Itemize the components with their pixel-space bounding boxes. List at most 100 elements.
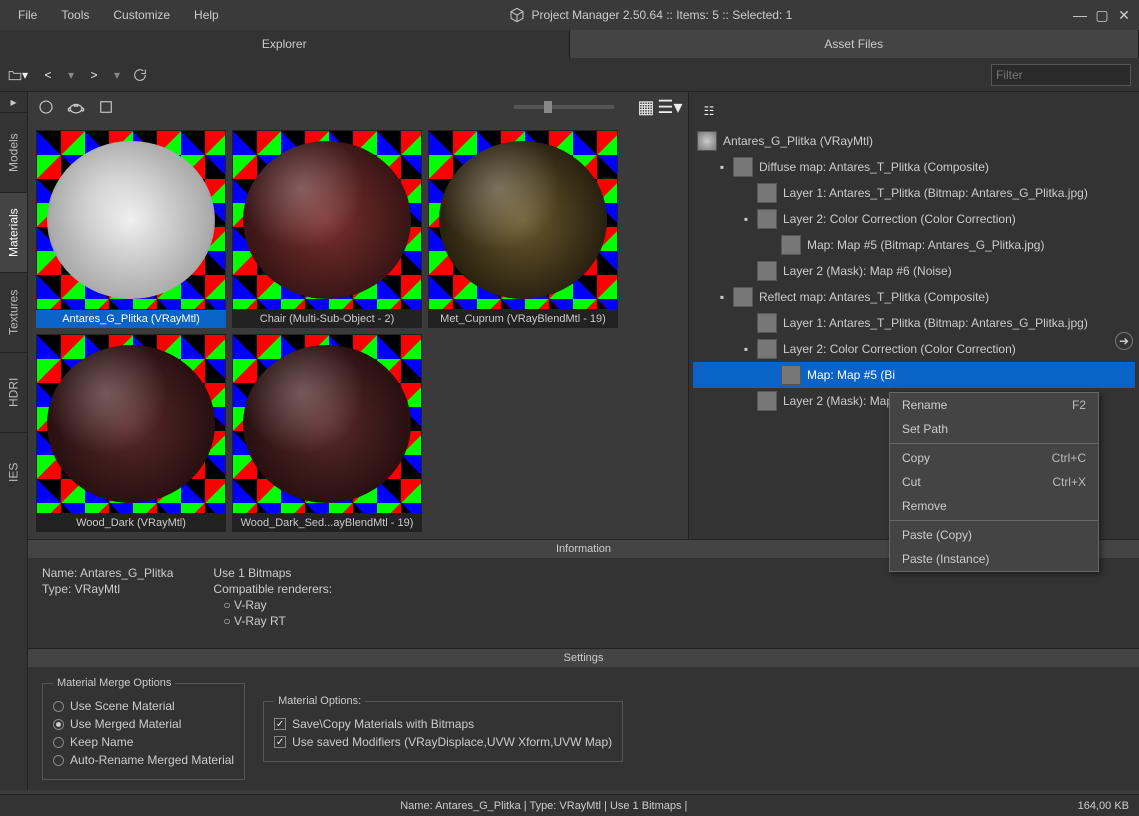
minimize-button[interactable]: — — [1073, 8, 1087, 22]
status-size: 164,00 KB — [1078, 800, 1129, 812]
radio-use-scene-material[interactable]: Use Scene Material — [53, 697, 234, 715]
map-swatch-icon — [757, 209, 777, 229]
material-preview-icon — [36, 334, 226, 514]
info-renderer-vrayrt: ○ V-Ray RT — [213, 614, 332, 628]
locate-arrow-button[interactable]: ➜ — [1115, 332, 1133, 350]
grid-view-icon[interactable]: ▦ — [636, 97, 656, 117]
menu-help[interactable]: Help — [184, 4, 229, 26]
map-swatch-icon — [757, 183, 777, 203]
ctx-separator — [890, 443, 1098, 444]
ctx-separator — [890, 520, 1098, 521]
teapot-preview-icon[interactable] — [66, 97, 86, 117]
tab-explorer[interactable]: Explorer — [0, 30, 570, 58]
sphere-preview-icon[interactable] — [36, 97, 56, 117]
thumbnail-label: Met_Cuprum (VRayBlendMtl - 19) — [428, 310, 618, 328]
box-preview-icon[interactable] — [96, 97, 116, 117]
tree-node[interactable]: ▪Layer 2: Color Correction (Color Correc… — [693, 336, 1135, 362]
info-name: Name: Antares_G_Plitka — [42, 566, 173, 580]
ctx-copy[interactable]: CopyCtrl+C — [890, 446, 1098, 470]
map-swatch-icon — [781, 365, 801, 385]
radio-keep-name[interactable]: Keep Name — [53, 733, 234, 751]
sidetab-hdri[interactable]: HDRI — [0, 352, 27, 432]
ctx-paste-instance: Paste (Instance) — [890, 547, 1098, 571]
material-merge-options: Material Merge Options Use Scene Materia… — [42, 677, 245, 780]
check-save-copy-bitmaps[interactable]: ✓Save\Copy Materials with Bitmaps — [274, 715, 612, 733]
thumbnail-zoom-slider[interactable] — [514, 105, 614, 109]
app-icon — [509, 7, 525, 23]
tree-node-selected[interactable]: Map: Map #5 (Bi — [693, 362, 1135, 388]
radio-auto-rename[interactable]: Auto-Rename Merged Material — [53, 751, 234, 769]
info-compat: Compatible renderers: — [213, 582, 332, 596]
sidetab-materials[interactable]: Materials — [0, 192, 27, 272]
refresh-icon[interactable] — [130, 65, 150, 85]
options-legend: Material Options: — [274, 695, 365, 707]
expand-side-icon[interactable]: ▸ — [0, 92, 27, 112]
tree-root[interactable]: Antares_G_Plitka (VRayMtl) — [693, 128, 1135, 154]
check-use-saved-modifiers[interactable]: ✓Use saved Modifiers (VRayDisplace,UVW X… — [274, 733, 612, 751]
tree-node[interactable]: ▪Reflect map: Antares_T_Plitka (Composit… — [693, 284, 1135, 310]
info-renderer-vray: ○ V-Ray — [213, 598, 332, 612]
tree-node[interactable]: Layer 1: Antares_T_Plitka (Bitmap: Antar… — [693, 310, 1135, 336]
collapse-icon[interactable]: ▪ — [741, 208, 751, 230]
thumbnail-label: Wood_Dark (VRayMtl) — [36, 514, 226, 532]
menu-tools[interactable]: Tools — [51, 4, 99, 26]
thumbnail-item[interactable]: Antares_G_Plitka (VRayMtl) — [36, 130, 226, 328]
material-options: Material Options: ✓Save\Copy Materials w… — [263, 695, 623, 762]
collapse-icon[interactable]: ▪ — [717, 286, 727, 308]
grid-toolbar: ▦ ☰▾ — [28, 92, 688, 122]
nav-forward-icon[interactable]: > — [84, 65, 104, 85]
tree-list-icon[interactable]: ☷ — [699, 101, 719, 121]
map-swatch-icon — [757, 313, 777, 333]
tab-asset-files[interactable]: Asset Files — [570, 30, 1139, 58]
menu-file[interactable]: File — [8, 4, 47, 26]
filter-input[interactable] — [991, 64, 1131, 86]
material-swatch-icon — [697, 131, 717, 151]
thumbnail-panel: ▦ ☰▾ Antares_G_Plitka (VRayMtl) Chair (M… — [28, 92, 688, 539]
tree-node[interactable]: ▪Diffuse map: Antares_T_Plitka (Composit… — [693, 154, 1135, 180]
thumbnail-item[interactable]: Chair (Multi-Sub-Object - 2) — [232, 130, 422, 328]
tree-node[interactable]: Layer 1: Antares_T_Plitka (Bitmap: Antar… — [693, 180, 1135, 206]
merge-legend: Material Merge Options — [53, 677, 175, 689]
view-mode-icons: ▦ ☰▾ — [636, 97, 680, 117]
menu-customize[interactable]: Customize — [103, 4, 180, 26]
ctx-remove[interactable]: Remove — [890, 494, 1098, 518]
radio-use-merged-material[interactable]: Use Merged Material — [53, 715, 234, 733]
nav-back-icon[interactable]: < — [38, 65, 58, 85]
tree-node[interactable]: Map: Map #5 (Bitmap: Antares_G_Plitka.jp… — [693, 232, 1135, 258]
list-view-icon[interactable]: ☰▾ — [660, 97, 680, 117]
context-menu: RenameF2 Set Path CopyCtrl+C CutCtrl+X R… — [889, 392, 1099, 572]
maximize-button[interactable]: ▢ — [1095, 8, 1109, 22]
map-swatch-icon — [757, 261, 777, 281]
tree-toolbar: ☷ — [693, 100, 1135, 122]
nav-toolbar: ▾ < ▾ > ▾ — [0, 58, 1139, 92]
thumbnail-item[interactable]: Met_Cuprum (VRayBlendMtl - 19) — [428, 130, 618, 328]
thumbnail-label: Wood_Dark_Sed...ayBlendMtl - 19) — [232, 514, 422, 532]
tree-node[interactable]: Layer 2 (Mask): Map #6 (Noise) — [693, 258, 1135, 284]
ctx-rename[interactable]: RenameF2 — [890, 393, 1098, 417]
window-title: Project Manager 2.50.64 :: Items: 5 :: S… — [229, 7, 1073, 23]
collapse-icon[interactable]: ▪ — [717, 156, 727, 178]
map-swatch-icon — [781, 235, 801, 255]
side-tabs: ▸ Models Materials Textures HDRI IES — [0, 92, 28, 790]
window-controls: — ▢ ✕ — [1073, 8, 1131, 22]
settings-section: Settings Material Merge Options Use Scen… — [28, 648, 1139, 790]
thumbnail-label: Antares_G_Plitka (VRayMtl) — [36, 310, 226, 328]
thumbnail-grid: Antares_G_Plitka (VRayMtl) Chair (Multi-… — [28, 122, 688, 539]
sidetab-ies[interactable]: IES — [0, 432, 27, 512]
folder-dropdown-icon[interactable]: ▾ — [8, 65, 28, 85]
material-preview-icon — [232, 130, 422, 310]
section-header-settings[interactable]: Settings — [28, 649, 1139, 667]
collapse-icon[interactable]: ▪ — [741, 338, 751, 360]
sidetab-models[interactable]: Models — [0, 112, 27, 192]
ctx-cut[interactable]: CutCtrl+X — [890, 470, 1098, 494]
thumbnail-item[interactable]: Wood_Dark (VRayMtl) — [36, 334, 226, 532]
material-preview-icon — [36, 130, 226, 310]
status-bar: Name: Antares_G_Plitka | Type: VRayMtl |… — [0, 794, 1139, 816]
ctx-set-path[interactable]: Set Path — [890, 417, 1098, 441]
close-button[interactable]: ✕ — [1117, 8, 1131, 22]
sidetab-textures[interactable]: Textures — [0, 272, 27, 352]
material-preview-icon — [232, 334, 422, 514]
tree-node[interactable]: ▪Layer 2: Color Correction (Color Correc… — [693, 206, 1135, 232]
thumbnail-item[interactable]: Wood_Dark_Sed...ayBlendMtl - 19) — [232, 334, 422, 532]
material-preview-icon — [428, 130, 618, 310]
